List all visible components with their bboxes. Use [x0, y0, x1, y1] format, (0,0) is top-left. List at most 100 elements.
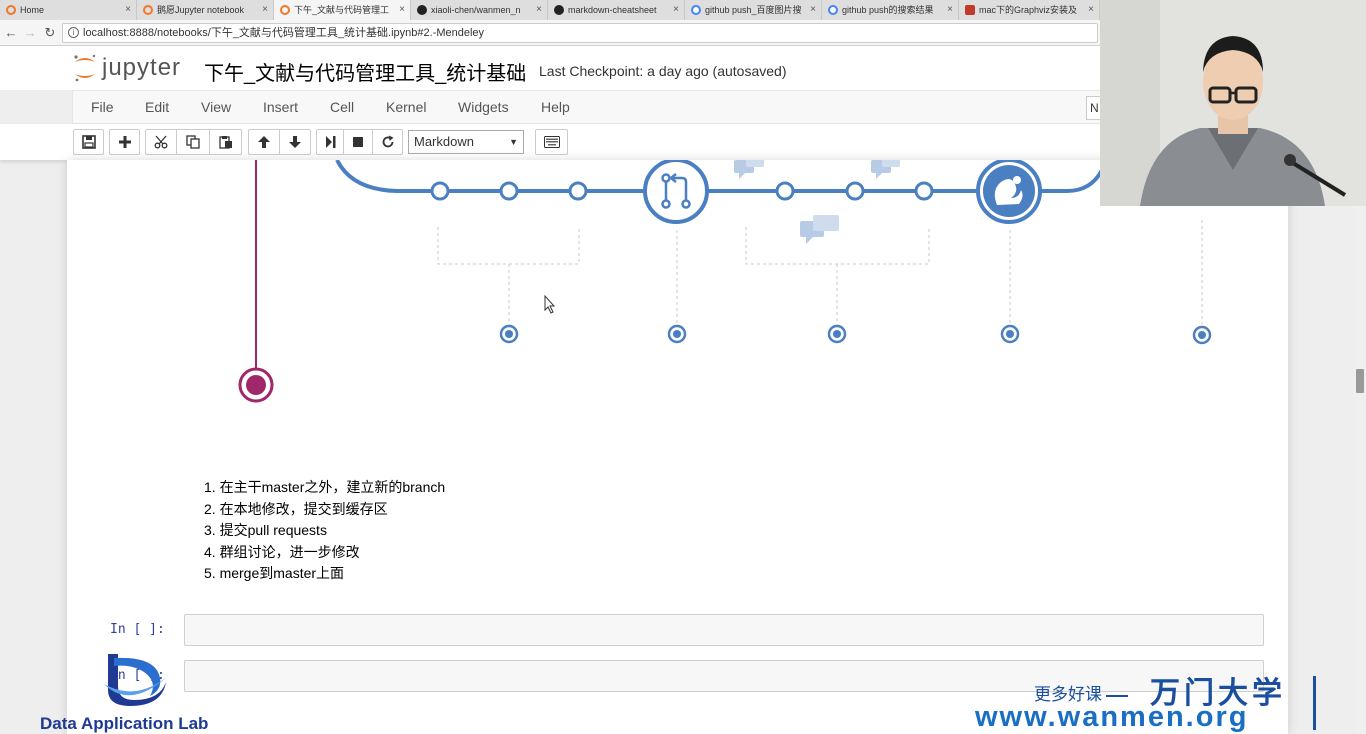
globe-icon: [828, 5, 838, 15]
code-cell-input[interactable]: [184, 614, 1264, 646]
command-palette-button[interactable]: [535, 129, 568, 155]
browser-tab-active[interactable]: 下午_文献与代码管理工 ×: [274, 0, 411, 20]
url-field[interactable]: i localhost:8888/notebooks/下午_文献与代码管理工具_…: [62, 23, 1098, 43]
webcam-overlay: [1100, 0, 1366, 206]
close-icon[interactable]: ×: [673, 0, 679, 20]
comment-icon: [871, 160, 900, 179]
jupyter-wordmark[interactable]: jupyter: [102, 54, 181, 82]
restart-icon: [382, 135, 393, 148]
menu-widgets[interactable]: Widgets: [458, 99, 509, 115]
step-markers: [499, 324, 1212, 345]
notebook-title[interactable]: 下午_文献与代码管理工具_统计基础: [204, 57, 526, 86]
browser-tab[interactable]: 鹅愿Jupyter notebook ×: [137, 0, 274, 20]
step-marker: [499, 324, 519, 344]
browser-tab[interactable]: Home ×: [0, 0, 137, 20]
kernel-indicator[interactable]: N: [1086, 96, 1100, 120]
squirrel-icon: [976, 160, 1042, 224]
run-icon: [326, 136, 336, 148]
menu-file[interactable]: File: [91, 99, 114, 115]
restart-button[interactable]: [373, 129, 403, 155]
keyboard-icon: [543, 136, 560, 148]
step-marker: [667, 324, 687, 344]
mouse-cursor-icon: [544, 294, 556, 314]
browser-tab[interactable]: mac下的Graphviz安装及 ×: [959, 0, 1100, 20]
run-button[interactable]: [316, 129, 344, 155]
commit-node: [499, 181, 519, 201]
insert-cell-button[interactable]: [109, 129, 140, 155]
arrow-down-icon: [289, 136, 301, 148]
address-bar: ← → ↻ i localhost:8888/notebooks/下午_文献与代…: [0, 20, 1100, 46]
list-item: 4. 群组讨论，进一步修改: [204, 543, 360, 560]
tab-title: 鹅愿Jupyter notebook: [157, 5, 245, 15]
markdown-steps-list: 1. 在主干master之外，建立新的branch 2. 在本地修改，提交到缓存…: [204, 477, 445, 585]
data-application-lab-logo-icon: [104, 654, 168, 706]
close-icon[interactable]: ×: [947, 0, 953, 20]
jupyter-logo-icon[interactable]: [72, 53, 98, 83]
save-icon: [81, 135, 96, 149]
browser-tab[interactable]: markdown-cheatsheet ×: [548, 0, 685, 20]
menu-kernel[interactable]: Kernel: [386, 99, 426, 115]
cut-icon: [154, 135, 168, 149]
cut-button[interactable]: [145, 129, 177, 155]
copy-button[interactable]: [177, 129, 210, 155]
globe-icon: [691, 5, 701, 15]
jupyter-icon: [280, 5, 290, 15]
paste-button[interactable]: [210, 129, 242, 155]
menu-help[interactable]: Help: [541, 99, 570, 115]
reload-icon[interactable]: ↻: [42, 24, 58, 42]
save-button[interactable]: [73, 129, 104, 155]
tab-title: markdown-cheatsheet: [568, 5, 657, 15]
plus-icon: [118, 136, 131, 148]
menu-view[interactable]: View: [201, 99, 231, 115]
tab-title: Home: [20, 5, 45, 15]
tab-title: 下午_文献与代码管理工: [294, 5, 390, 15]
close-icon[interactable]: ×: [1088, 0, 1094, 20]
jupyter-icon: [143, 5, 153, 15]
step-marker: [827, 324, 847, 344]
stop-icon: [353, 137, 363, 147]
commit-node: [568, 181, 588, 201]
dash-divider: [1106, 694, 1128, 697]
close-icon[interactable]: ×: [399, 0, 405, 20]
comment-icon: [734, 160, 764, 179]
close-icon[interactable]: ×: [536, 0, 542, 20]
close-icon[interactable]: ×: [262, 0, 268, 20]
comment-bubbles: [734, 160, 900, 244]
github-icon: [417, 5, 427, 15]
jupyter-header: jupyter 下午_文献与代码管理工具_统计基础 Last Checkpoin…: [0, 46, 1100, 90]
cell-type-select[interactable]: Markdown ▼: [408, 130, 524, 154]
info-icon[interactable]: i: [68, 27, 79, 38]
forward-icon[interactable]: →: [22, 24, 38, 42]
tab-title: mac下的Graphviz安装及: [979, 5, 1078, 15]
list-item: 1. 在主干master之外，建立新的branch: [204, 479, 446, 495]
back-icon[interactable]: ←: [3, 24, 19, 42]
arrow-up-icon: [258, 136, 270, 148]
presenter-video-icon: [1100, 0, 1366, 206]
page-scrollbar[interactable]: [1354, 160, 1366, 734]
stop-button[interactable]: [344, 129, 373, 155]
close-icon[interactable]: ×: [810, 0, 816, 20]
chevron-down-icon: ▼: [509, 137, 518, 147]
menu-insert[interactable]: Insert: [263, 99, 298, 115]
tab-title: github push_百度图片搜: [705, 5, 802, 15]
commit-node: [914, 181, 934, 201]
scrollbar-thumb[interactable]: [1356, 369, 1364, 393]
tab-title: xiaoli-chen/wanmen_n: [431, 5, 521, 15]
browser-tab[interactable]: xiaoli-chen/wanmen_n ×: [411, 0, 548, 20]
browser-tab[interactable]: github push_百度图片搜 ×: [685, 0, 822, 20]
close-icon[interactable]: ×: [125, 0, 131, 20]
menu-edit[interactable]: Edit: [145, 99, 169, 115]
checkpoint-status: Last Checkpoint: a day ago (autosaved): [539, 63, 787, 79]
pull-request-icon: [643, 160, 709, 224]
list-item: 5. merge到master上面: [204, 565, 345, 581]
commit-node: [775, 181, 795, 201]
move-down-button[interactable]: [280, 129, 311, 155]
list-item: 2. 在本地修改，提交到缓存区: [204, 500, 388, 517]
cell-type-value: Markdown: [414, 134, 474, 149]
move-up-button[interactable]: [248, 129, 280, 155]
comment-icon: [800, 215, 839, 244]
url-text: localhost:8888/notebooks/下午_文献与代码管理工具_统计…: [83, 27, 485, 39]
tab-title: github push的搜索结果: [842, 5, 934, 15]
browser-tab[interactable]: github push的搜索结果 ×: [822, 0, 959, 20]
menu-cell[interactable]: Cell: [330, 99, 354, 115]
